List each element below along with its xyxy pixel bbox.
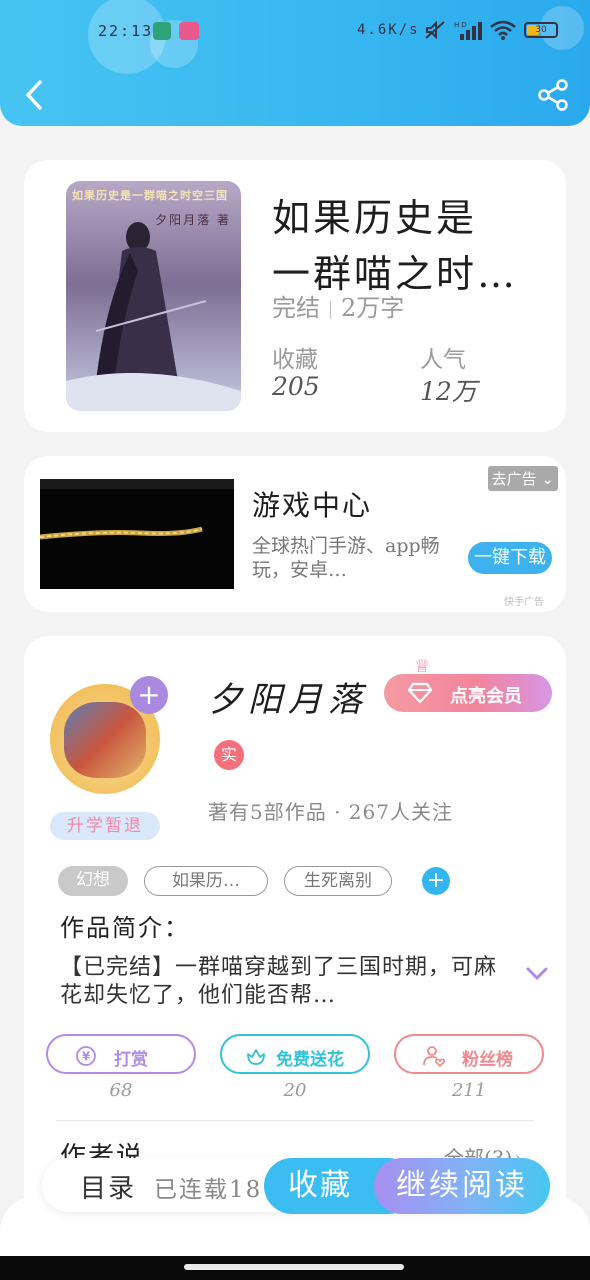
intro-label: 作品简介： [60,914,190,942]
completion-status: 完结 [272,294,320,322]
status-bar: 22:13 4.6K/s HD 30 [0,18,590,46]
notification-app-icon [179,22,199,40]
real-name-verified-badge: 实 [214,740,244,770]
add-tag-icon[interactable]: + [422,867,450,895]
tag-series[interactable]: 如果历… [144,866,268,896]
svg-text:¥: ¥ [82,1050,91,1064]
back-icon[interactable] [18,76,50,114]
word-count: 2万字 [341,294,405,322]
book-info-card: 如果历史是一群喵之时空三国 夕阳月落 著 如果历史是 一群喵之时… 完结 2万字 … [24,160,566,432]
reward-label: 打赏 [114,1050,148,1070]
ad-description: 全球热门手游、app畅玩，安卓… [252,535,440,581]
cover-figure-illustration [66,222,241,411]
separator [330,300,331,319]
reward-count: 68 [109,1080,133,1101]
avatar-image [64,702,146,778]
expand-chevron-icon[interactable] [526,966,548,982]
crown-icon: ♕ [414,656,431,677]
book-cover[interactable]: 如果历史是一群喵之时空三国 夕阳月落 著 [66,181,241,411]
share-icon[interactable] [536,78,570,112]
continue-reading-button[interactable]: 继续阅读 [374,1158,550,1214]
ad-download-button[interactable]: 一键下载 [468,542,552,574]
chevron-down-icon: ⌄ [541,470,554,488]
mute-icon [425,20,445,40]
shield-app-icon [153,22,171,40]
favorites-label: 收藏 [272,347,318,373]
divider [56,1120,534,1121]
home-indicator[interactable] [184,1264,404,1270]
bottom-action-bar: 目录 已连载18 收藏 继续阅读 [42,1158,550,1214]
fans-rank-button[interactable]: 粉丝榜 [394,1034,544,1074]
tag-fantasy[interactable]: 幻想 [58,866,128,896]
ad-video-frame [40,479,234,540]
intro-text: 【已完结】一群喵穿越到了三国时期，可麻花却失忆了，他们能否帮… [60,955,498,1008]
user-heart-icon [423,1046,446,1068]
vip-button-label: 点亮会员 [450,686,522,707]
battery-level: 30 [535,25,547,35]
svg-text:HD: HD [454,21,469,29]
fans-rank-label: 粉丝榜 [462,1050,513,1070]
book-status-row: 完结 2万字 [272,288,404,323]
ad-video-thumbnail[interactable] [40,479,234,589]
diamond-icon [408,682,432,704]
ad-source-label: 快手广告 [504,597,544,608]
reward-button[interactable]: ¥ 打赏 [46,1034,196,1074]
wifi-icon [490,20,516,40]
author-meta: 著有5部作品 · 267人关注 [208,800,453,824]
send-flower-button[interactable]: 免费送花 [220,1034,370,1074]
flower-icon [247,1049,265,1065]
app-header: 22:13 4.6K/s HD 30 [0,0,590,126]
tag-list: 幻想 如果历… 生死离别 + [58,866,450,896]
vip-button[interactable]: ♕ 点亮会员 [384,656,552,712]
table-of-contents-button[interactable]: 目录 [80,1168,136,1205]
popularity-value: 12万 [420,377,477,406]
author-name[interactable]: 夕阳月落 [208,672,368,721]
remove-ad-label: 去广告 [491,470,537,488]
status-time: 22:13 [98,22,154,40]
fans-count: 211 [451,1080,487,1101]
book-title: 如果历史是 一群喵之时… [272,190,542,302]
yuan-coin-icon: ¥ [76,1046,96,1066]
ad-card[interactable]: 游戏中心 全球热门手游、app畅玩，安卓… 去广告 ⌄ 一键下载 快手广告 [24,456,566,612]
favorites-value: 205 [272,372,320,401]
tag-theme[interactable]: 生死离别 [284,866,392,896]
follow-plus-icon[interactable]: + [130,676,168,714]
flower-count: 20 [283,1080,307,1101]
ad-title: 游戏中心 [252,489,373,522]
book-title-line: 如果历史是 [272,196,478,240]
popularity-label: 人气 [420,347,466,373]
remove-ad-tag[interactable]: 去广告 ⌄ [487,466,558,491]
status-icons: HD 30 [424,20,558,40]
author-status-badge: 升学暂退 [50,812,160,840]
network-speed: 4.6K/s [357,22,420,38]
serial-status: 已连载18 [154,1177,263,1203]
cellular-signal-icon: HD [454,21,482,40]
send-flower-label: 免费送花 [276,1050,344,1070]
battery-icon: 30 [524,22,558,38]
